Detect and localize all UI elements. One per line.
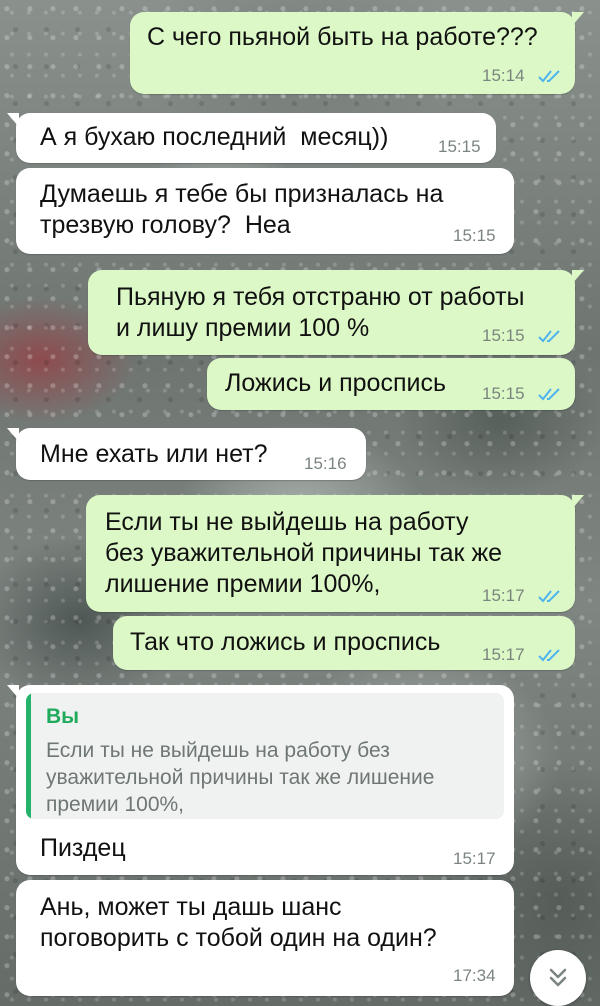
quote-author: Вы bbox=[46, 705, 80, 728]
message-incoming[interactable]: Мне ехать или нет? 15:16 bbox=[7, 428, 366, 480]
message-outgoing[interactable]: Так что ложись и проспись 15:17 bbox=[113, 616, 575, 670]
chevron-double-down-icon bbox=[549, 968, 567, 987]
quote-text: Если ты не выйдешь на работу без уважите… bbox=[46, 739, 435, 816]
message-outgoing[interactable]: Ложись и проспись 15:15 bbox=[207, 358, 575, 410]
message-incoming[interactable]: Думаешь я тебе бы призналась на трезвую … bbox=[16, 168, 514, 254]
double-check-icon bbox=[538, 590, 560, 603]
message-text: Если ты не выйдешь на работу без уважите… bbox=[105, 508, 503, 598]
message-time: 15:17 bbox=[482, 645, 525, 664]
message-time: 15:16 bbox=[304, 454, 347, 473]
message-time: 15:17 bbox=[482, 586, 525, 605]
message-outgoing[interactable]: Пьяную я тебя отстраню от работы и лишу … bbox=[88, 270, 584, 355]
double-check-icon bbox=[538, 330, 560, 343]
message-outgoing[interactable]: Если ты не выйдешь на работу без уважите… bbox=[86, 495, 584, 612]
message-text: А я бухаю последний месяц)) bbox=[40, 123, 389, 151]
message-text: Ань, может ты дашь шанс поговорить с тоб… bbox=[40, 893, 437, 952]
quote-accent-bar bbox=[26, 693, 31, 819]
message-text: С чего пьяной быть на работе??? bbox=[147, 23, 538, 51]
scroll-to-bottom-button[interactable] bbox=[530, 950, 586, 1006]
message-text: Думаешь я тебе бы призналась на трезвую … bbox=[40, 180, 444, 239]
message-outgoing[interactable]: С чего пьяной быть на работе??? 15:14 bbox=[130, 12, 584, 94]
message-text: Пиздец bbox=[40, 834, 126, 862]
message-incoming[interactable]: Ань, может ты дашь шанс поговорить с тоб… bbox=[16, 880, 514, 996]
double-check-icon bbox=[538, 70, 560, 83]
message-text: Так что ложись и проспись bbox=[130, 628, 441, 656]
message-text: Ложись и проспись bbox=[225, 369, 446, 397]
double-check-icon bbox=[538, 649, 560, 662]
message-time: 15:15 bbox=[453, 226, 496, 245]
message-time: 15:14 bbox=[482, 66, 525, 85]
message-text: Пьяную я тебя отстраню от работы и лишу … bbox=[116, 283, 525, 342]
message-incoming-reply[interactable]: Вы Если ты не выйдешь на работу без уваж… bbox=[7, 685, 514, 875]
quoted-message[interactable]: Вы Если ты не выйдешь на работу без уваж… bbox=[26, 693, 504, 819]
message-incoming[interactable]: А я бухаю последний месяц)) 15:15 bbox=[7, 113, 496, 163]
message-time: 15:15 bbox=[482, 384, 525, 403]
message-text: Мне ехать или нет? bbox=[40, 440, 268, 468]
message-list[interactable]: С чего пьяной быть на работе??? 15:14 А … bbox=[0, 0, 600, 1006]
message-time: 15:15 bbox=[482, 326, 525, 345]
message-time: 15:15 bbox=[438, 137, 481, 156]
double-check-icon bbox=[538, 388, 560, 401]
message-time: 17:34 bbox=[453, 966, 496, 985]
message-time: 15:17 bbox=[453, 849, 496, 868]
